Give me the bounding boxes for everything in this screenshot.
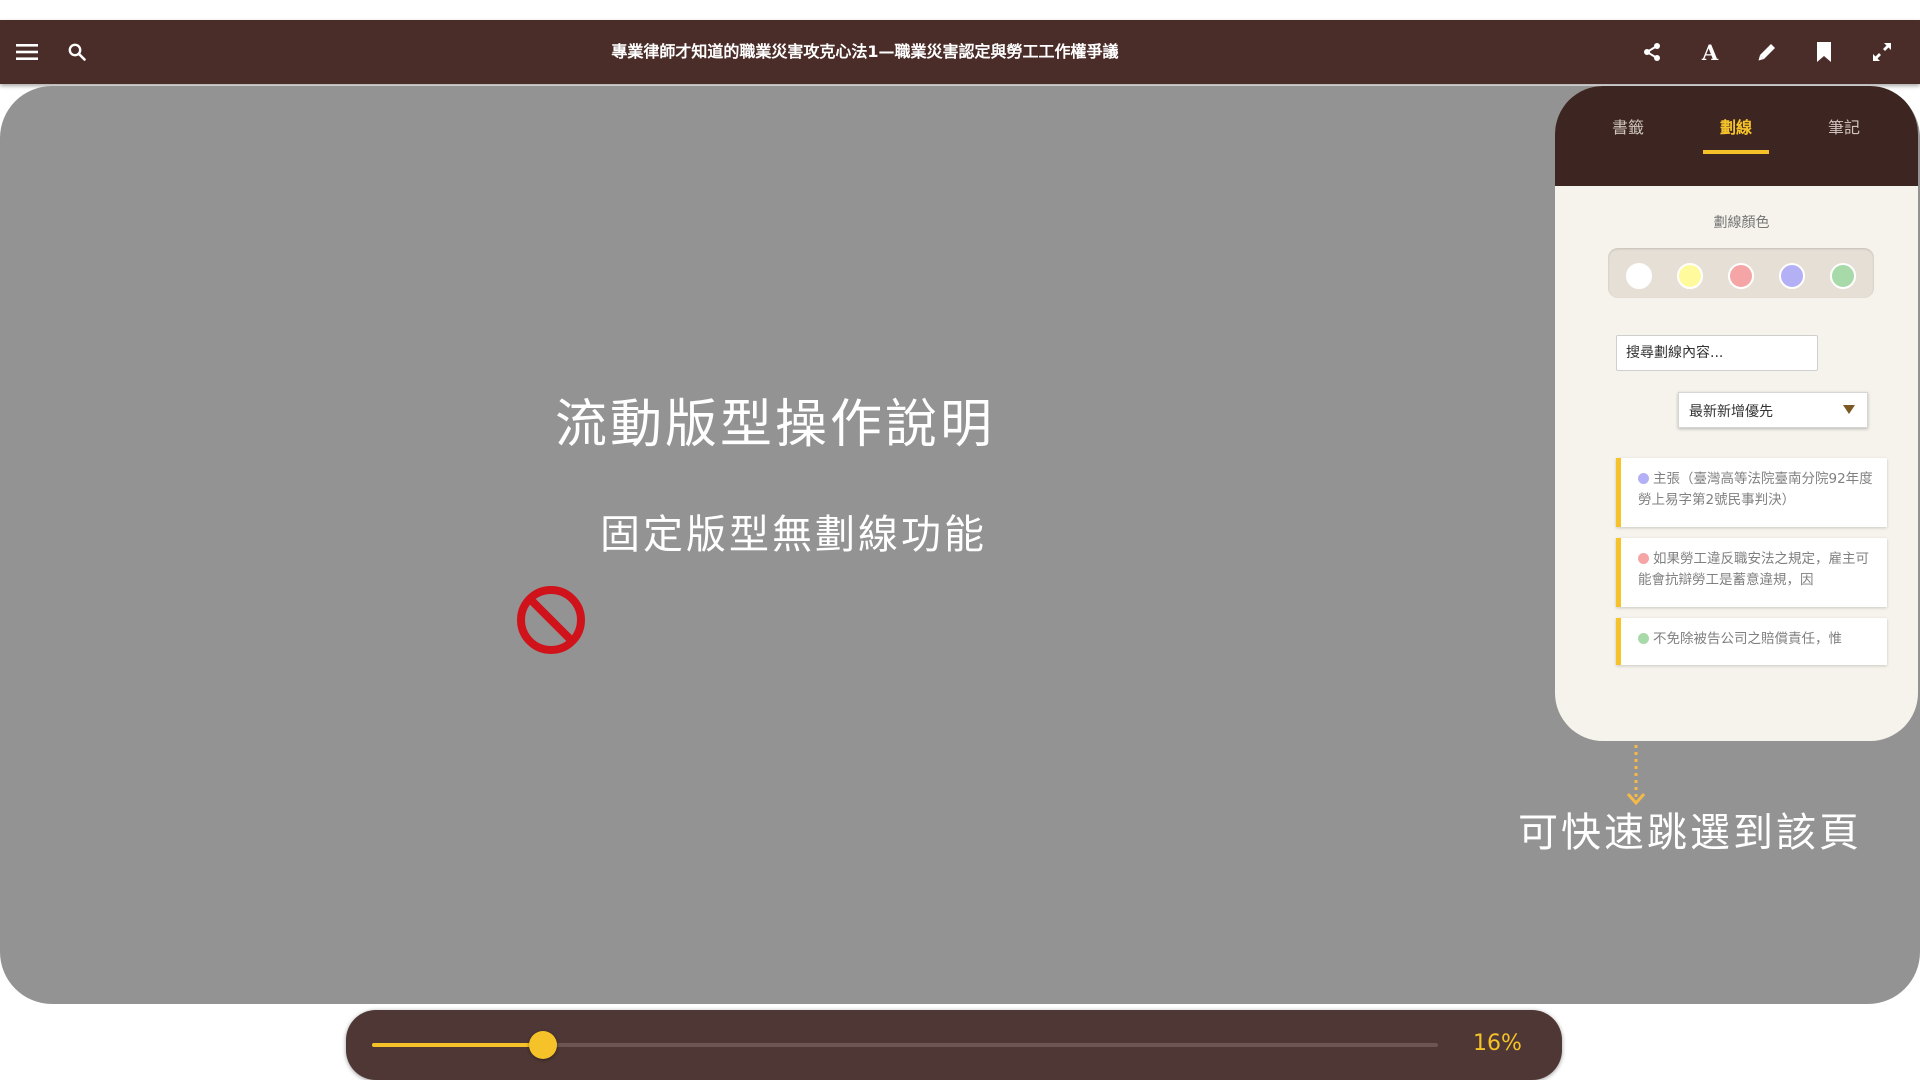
color-swatch-pink[interactable]: [1728, 263, 1754, 289]
top-toolbar: 專業律師才知道的職業災害攻克心法1—職業災害認定與勞工工作權爭議 A: [0, 20, 1920, 84]
tab-bookmarks[interactable]: 書籤: [1588, 114, 1668, 158]
color-swatch-green[interactable]: [1830, 263, 1856, 289]
panel-tabs: 書籤 劃線 筆記: [1555, 86, 1918, 186]
highlight-text: 不免除被告公司之賠償責任，惟: [1653, 631, 1842, 647]
jump-hint: 可快速跳選到該頁: [1518, 810, 1862, 856]
color-swatch-group: [1608, 248, 1874, 298]
sort-select-label: 最新新增優先: [1689, 404, 1773, 420]
highlight-text: 主張（臺灣高等法院臺南分院92年度勞上易字第2號民事判決）: [1638, 471, 1873, 508]
color-swatch-white[interactable]: [1626, 263, 1652, 289]
font-icon[interactable]: A: [1690, 20, 1730, 84]
chevron-down-icon: [1843, 405, 1855, 414]
svg-text:A: A: [1701, 41, 1719, 63]
highlight-search-input[interactable]: [1616, 335, 1818, 371]
guide-title: 流動版型操作說明: [555, 395, 996, 455]
progress-slider-handle[interactable]: [528, 1031, 557, 1059]
no-entry-icon: [517, 586, 585, 654]
highlight-item[interactable]: 不免除被告公司之賠償責任，惟: [1616, 618, 1887, 665]
pencil-icon[interactable]: [1747, 20, 1787, 84]
bookmark-icon[interactable]: [1804, 20, 1844, 84]
share-icon[interactable]: [1632, 20, 1672, 84]
active-tab-underline: [1703, 150, 1769, 154]
menu-icon[interactable]: [7, 20, 47, 84]
highlight-color-dot: [1638, 633, 1649, 644]
tab-notes[interactable]: 筆記: [1804, 114, 1884, 158]
highlight-color-dot: [1638, 473, 1649, 484]
color-swatch-purple[interactable]: [1779, 263, 1805, 289]
guide-notice: 固定版型無劃線功能: [600, 512, 987, 558]
search-icon[interactable]: [57, 20, 97, 84]
sort-select[interactable]: 最新新增優先: [1678, 392, 1868, 428]
highlight-item[interactable]: 主張（臺灣高等法院臺南分院92年度勞上易字第2號民事判決）: [1616, 458, 1887, 527]
highlight-color-label: 劃線顏色: [1713, 215, 1770, 231]
highlight-item[interactable]: 如果勞工違反職安法之規定，雇主可能會抗辯勞工是蓄意違規，因: [1616, 538, 1887, 607]
progress-percent: 16%: [1473, 1031, 1522, 1056]
color-swatch-yellow[interactable]: [1677, 263, 1703, 289]
progress-bar: 16%: [346, 1010, 1562, 1080]
highlight-text: 如果勞工違反職安法之規定，雇主可能會抗辯勞工是蓄意違規，因: [1638, 551, 1869, 588]
highlight-color-dot: [1638, 553, 1649, 564]
fullscreen-icon[interactable]: [1862, 20, 1902, 84]
progress-fill: [372, 1043, 543, 1047]
book-title: 專業律師才知道的職業災害攻克心法1—職業災害認定與勞工工作權爭議: [611, 42, 1119, 61]
